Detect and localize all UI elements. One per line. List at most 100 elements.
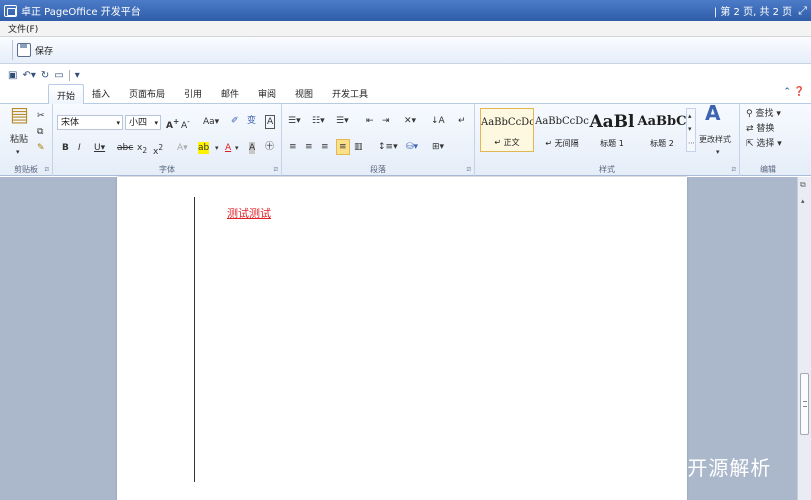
style-sample: AaBbC	[637, 114, 687, 129]
style-name: ↵ 正文	[494, 138, 520, 147]
show-marks-icon[interactable]: ↵	[458, 115, 466, 127]
help-icon[interactable]: ❓	[794, 87, 805, 97]
tab-view[interactable]: 视图	[295, 87, 313, 100]
replace-icon: ⇄	[746, 124, 754, 134]
text-effects-icon[interactable]: A▾	[177, 142, 188, 154]
minimize-ribbon-icon[interactable]: ⌃	[783, 87, 791, 97]
replace-button[interactable]: ⇄ 替换	[746, 123, 774, 135]
superscript-icon[interactable]: x2	[153, 142, 163, 158]
tab-insert[interactable]: 插入	[92, 87, 110, 100]
multilevel-list-icon[interactable]: ☰▾	[336, 115, 349, 127]
shrink-font-icon[interactable]: A-	[181, 116, 190, 132]
style-heading-1[interactable]: AaBl 标题 1	[585, 108, 639, 152]
dialog-launcher-icon[interactable]: ⧄	[274, 165, 278, 174]
decrease-indent-icon[interactable]: ⇤	[366, 115, 374, 127]
style-no-spacing[interactable]: AaBbCcDc ↵ 无间隔	[535, 108, 589, 152]
watermark: 知乎 @开源解析	[617, 456, 772, 480]
scroll-up-icon[interactable]: ▴	[801, 197, 805, 205]
align-right-icon[interactable]: ≡	[321, 141, 329, 153]
style-heading-2[interactable]: AaBbC 标题 2	[635, 108, 689, 152]
clear-formatting-icon[interactable]: ✐	[231, 115, 239, 127]
numbering-icon[interactable]: ☷▾	[312, 115, 325, 127]
scroll-down-icon[interactable]: ▾	[688, 123, 692, 135]
underline-icon[interactable]: U▾	[94, 142, 105, 154]
more-styles-icon[interactable]: ⋯	[688, 137, 695, 149]
save-label: 保存	[35, 46, 54, 57]
grow-font-icon[interactable]: A+	[166, 116, 179, 132]
dialog-launcher-icon[interactable]: ⧄	[732, 165, 736, 174]
dialog-launcher-icon[interactable]: ⧄	[467, 165, 471, 174]
save-button[interactable]: 保存	[12, 40, 53, 60]
menu-file[interactable]: 文件(F)	[8, 22, 38, 35]
enclose-characters-icon[interactable]: ㊉	[265, 141, 274, 153]
tab-mailings[interactable]: 邮件	[221, 87, 239, 100]
undo-icon[interactable]: ↶▾	[22, 70, 35, 81]
ruler-toggle-icon[interactable]: ⧉	[800, 180, 810, 194]
paste-dropdown-icon[interactable]: ▾	[16, 146, 20, 158]
tab-page-layout[interactable]: 页面布局	[129, 87, 165, 100]
font-color-dropdown-icon[interactable]: ▾	[235, 142, 239, 154]
dialog-launcher-icon[interactable]: ⧄	[45, 165, 49, 174]
style-name: 标题 1	[600, 139, 624, 148]
styles-group-label: 样式	[599, 165, 615, 174]
change-case-icon[interactable]: Aa▾	[203, 116, 219, 128]
style-sample: AaBbCcDc	[535, 116, 589, 127]
redo-icon[interactable]: ↻	[41, 70, 49, 81]
new-doc-icon[interactable]: ▭	[54, 70, 63, 81]
vertical-scrollbar[interactable]: ⧉ ▴	[797, 177, 811, 500]
strikethrough-icon[interactable]: abc	[117, 142, 133, 154]
font-color-icon[interactable]: A	[225, 142, 231, 154]
justify-icon[interactable]: ≡	[336, 139, 350, 155]
bullets-icon[interactable]: ☰▾	[288, 115, 301, 127]
find-button[interactable]: ⚲ 查找 ▾	[746, 108, 781, 120]
editing-group: ⚲ 查找 ▾ ⇄ 替换 ⇱ 选择 ▾ 编辑	[740, 104, 796, 176]
sort-icon[interactable]: ↓A	[431, 115, 445, 127]
pin-icon[interactable]: ⤢	[798, 4, 807, 18]
paste-icon[interactable]: ▤	[10, 104, 29, 124]
bold-icon[interactable]: B	[62, 142, 69, 154]
save-icon[interactable]: ▣	[8, 70, 17, 81]
format-painter-icon[interactable]: ✎	[37, 142, 45, 154]
paragraph-group-label: 段落	[370, 165, 386, 174]
style-name: 标题 2	[650, 139, 674, 148]
document-page[interactable]: 测试测试	[117, 177, 687, 500]
align-center-icon[interactable]: ≡	[305, 141, 313, 153]
highlight-icon[interactable]: ab	[198, 142, 210, 154]
italic-icon[interactable]: I	[78, 142, 81, 154]
font-size-combo[interactable]: 小四 ▾	[125, 115, 161, 130]
style-normal[interactable]: AaBbCcDc ↵ 正文	[480, 108, 534, 152]
align-left-icon[interactable]: ≡	[289, 141, 297, 153]
subscript-icon[interactable]: x2	[137, 142, 147, 157]
select-button[interactable]: ⇱ 选择 ▾	[746, 138, 782, 150]
tab-developer[interactable]: 开发工具	[332, 87, 368, 100]
select-label: 选择	[756, 139, 775, 149]
separator	[68, 69, 70, 81]
scroll-up-icon[interactable]: ▴	[688, 110, 692, 122]
chinese-layout-icon[interactable]: ✕▾	[404, 115, 416, 127]
tab-review[interactable]: 审阅	[258, 87, 276, 100]
distributed-icon[interactable]: ▥	[354, 141, 363, 153]
shading-icon[interactable]: ⛁▾	[406, 141, 418, 153]
phonetic-guide-icon[interactable]: 变	[247, 115, 256, 127]
increase-indent-icon[interactable]: ⇥	[382, 115, 390, 127]
font-group-label: 字体	[159, 165, 175, 174]
highlight-dropdown-icon[interactable]: ▾	[215, 142, 219, 154]
styles-scroll[interactable]: ▴ ▾ ⋯	[686, 108, 696, 152]
line-spacing-icon[interactable]: ↕≡▾	[378, 141, 398, 153]
styles-group: AaBbCcDc ↵ 正文 AaBbCcDc ↵ 无间隔 AaBl 标题 1 A…	[475, 103, 740, 176]
copy-icon[interactable]: ⧉	[37, 126, 43, 138]
change-styles-icon[interactable]: A	[705, 103, 720, 123]
borders-icon[interactable]: ⊞▾	[432, 141, 444, 153]
character-shading-icon[interactable]: A	[249, 142, 256, 154]
change-styles-button[interactable]: 更改样式	[699, 134, 731, 146]
scrollbar-thumb[interactable]	[800, 373, 809, 435]
character-border-icon[interactable]: A	[265, 115, 276, 129]
style-sample: AaBbCcDc	[481, 117, 533, 128]
customize-qat-icon[interactable]: ▾	[75, 70, 80, 81]
tab-references[interactable]: 引用	[184, 87, 202, 100]
cut-icon[interactable]: ✂	[37, 110, 45, 122]
document-text[interactable]: 测试测试	[227, 205, 271, 221]
font-name-combo[interactable]: 宋体 ▾	[57, 115, 123, 130]
paste-button[interactable]: 粘贴	[10, 134, 28, 146]
tab-home[interactable]: 开始	[48, 84, 85, 105]
